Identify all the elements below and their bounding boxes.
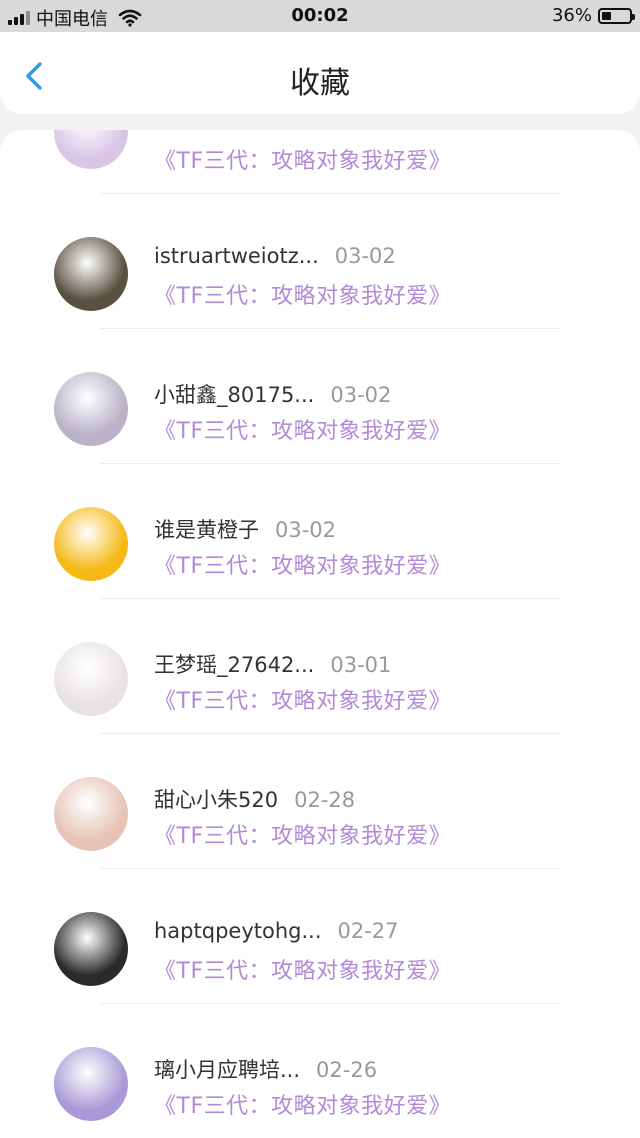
list-item[interactable]: 璃小月应聘培... 02-26 《TF三代：攻略对象我好爱》 (0, 1010, 640, 1138)
user-name: 王梦瑶_27642... 03-01 (154, 653, 392, 677)
favorite-date: 03-02 (334, 244, 396, 268)
battery-level (602, 11, 611, 20)
user-name: 璃小月应聘培... 02-26 (154, 1058, 378, 1082)
avatar[interactable] (54, 237, 128, 311)
list-item[interactable]: haptqpeytohg... 02-27 《TF三代：攻略对象我好爱》 (0, 875, 640, 1010)
book-title[interactable]: 《TF三代：攻略对象我好爱》 (154, 1088, 451, 1120)
favorite-date: 03-02 (330, 383, 392, 407)
favorite-date: 02-28 (294, 788, 356, 812)
status-bar: 中国电信 00:02 36% (0, 0, 640, 32)
favorite-date: 03-01 (330, 653, 392, 677)
divider (100, 463, 560, 464)
favorite-date: 03-02 (275, 518, 337, 542)
list-item[interactable]: istruartweiotz... 03-02 《TF三代：攻略对象我好爱》 (0, 200, 640, 335)
user-name: istruartweiotz... 03-02 (154, 244, 396, 268)
user-name: 甜心小朱520 02-28 (154, 788, 356, 812)
nav-bar: 收藏 (0, 32, 640, 114)
status-time: 00:02 (291, 5, 349, 26)
avatar[interactable] (54, 1047, 128, 1121)
divider (100, 868, 560, 869)
avatar[interactable] (54, 912, 128, 986)
book-title[interactable]: 《TF三代：攻略对象我好爱》 (154, 413, 451, 445)
status-right: 36% (551, 5, 635, 26)
avatar[interactable] (54, 777, 128, 851)
avatar[interactable] (54, 507, 128, 581)
user-name: haptqpeytohg... 02-27 (154, 919, 399, 943)
user-name: 小甜鑫_80175... 03-02 (154, 383, 392, 407)
avatar[interactable] (54, 130, 128, 169)
favorite-date: 02-26 (316, 1058, 378, 1082)
list-item[interactable]: 《TF三代：攻略对象我好爱》 (0, 130, 640, 200)
list-item[interactable]: 甜心小朱520 02-28 《TF三代：攻略对象我好爱》 (0, 740, 640, 875)
battery-percent: 36% (551, 5, 592, 26)
divider (100, 733, 560, 734)
favorite-date: 02-27 (337, 919, 399, 943)
avatar[interactable] (54, 372, 128, 446)
divider (100, 598, 560, 599)
book-title[interactable]: 《TF三代：攻略对象我好爱》 (154, 548, 451, 580)
list-item[interactable]: 谁是黄橙子 03-02 《TF三代：攻略对象我好爱》 (0, 470, 640, 605)
user-name: 谁是黄橙子 03-02 (154, 518, 337, 542)
favorites-list: 《TF三代：攻略对象我好爱》 istruartweiotz... 03-02 《T… (0, 130, 640, 1138)
book-title[interactable]: 《TF三代：攻略对象我好爱》 (154, 818, 451, 850)
list-item[interactable]: 王梦瑶_27642... 03-01 《TF三代：攻略对象我好爱》 (0, 605, 640, 740)
divider (100, 193, 560, 194)
book-title[interactable]: 《TF三代：攻略对象我好爱》 (154, 143, 451, 175)
battery-icon (598, 7, 635, 24)
book-title[interactable]: 《TF三代：攻略对象我好爱》 (154, 683, 451, 715)
book-title[interactable]: 《TF三代：攻略对象我好爱》 (154, 278, 451, 310)
list-item[interactable]: 小甜鑫_80175... 03-02 《TF三代：攻略对象我好爱》 (0, 335, 640, 470)
divider (100, 328, 560, 329)
avatar[interactable] (54, 642, 128, 716)
divider (100, 1003, 560, 1004)
page-title: 收藏 (290, 66, 350, 101)
book-title[interactable]: 《TF三代：攻略对象我好爱》 (154, 953, 451, 985)
